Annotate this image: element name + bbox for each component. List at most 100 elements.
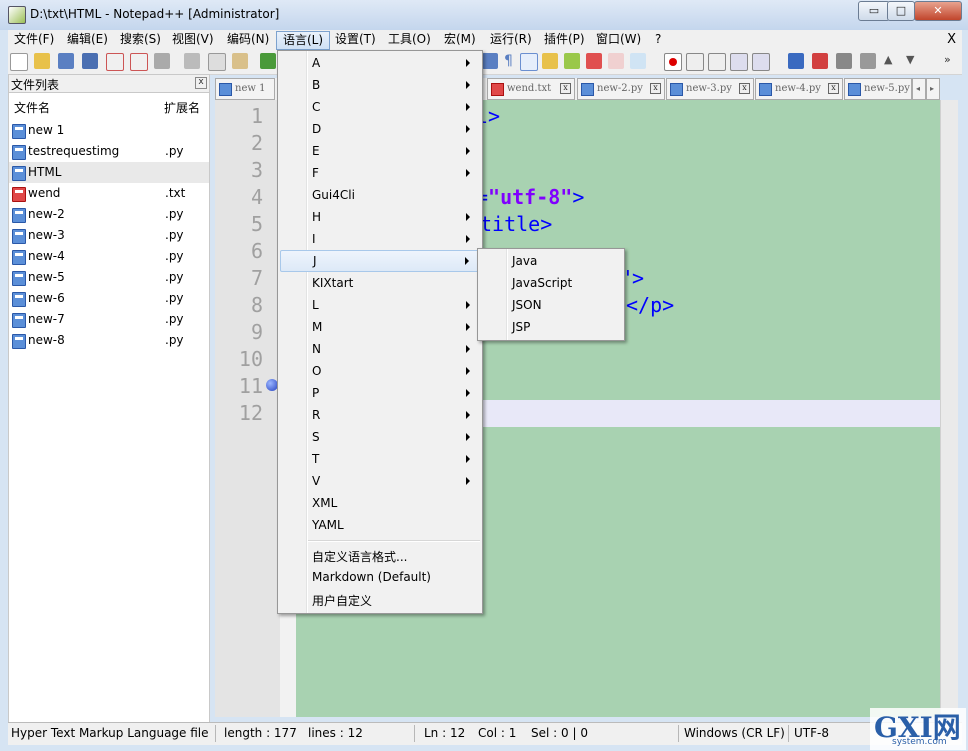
vertical-scrollbar[interactable] bbox=[940, 100, 958, 717]
file-list-item[interactable]: new-4 .py bbox=[9, 246, 209, 267]
arrow-down-icon[interactable]: ▼ bbox=[906, 53, 922, 69]
menu-view[interactable]: 视图(V) bbox=[166, 30, 220, 49]
column-extension[interactable]: 扩展名 bbox=[164, 99, 200, 116]
language-menu-item-highlighted[interactable]: J bbox=[280, 250, 480, 272]
notepadpp-app-icon[interactable] bbox=[8, 6, 26, 24]
user-defined-item[interactable]: 用户自定义 bbox=[280, 588, 480, 610]
language-menu-item[interactable]: M bbox=[280, 316, 480, 338]
close-all-icon[interactable] bbox=[130, 53, 148, 71]
monitor-icon[interactable] bbox=[630, 53, 646, 69]
play-macro-icon[interactable] bbox=[708, 53, 726, 71]
user-lang-icon[interactable] bbox=[542, 53, 558, 69]
save-icon[interactable] bbox=[58, 53, 74, 69]
file-list-item[interactable]: new-6 .py bbox=[9, 288, 209, 309]
language-menu-item[interactable]: B bbox=[280, 74, 480, 96]
tab-scroll-left-button[interactable]: ◂ bbox=[912, 78, 926, 100]
zoom-icon[interactable] bbox=[482, 53, 498, 69]
file-list-item[interactable]: new-2 .py bbox=[9, 204, 209, 225]
tab-close-icon[interactable]: x bbox=[650, 83, 661, 94]
doc-map-icon[interactable] bbox=[564, 53, 580, 69]
language-menu-item[interactable]: I bbox=[280, 228, 480, 250]
language-menu-item[interactable]: KIXtart bbox=[280, 272, 480, 294]
language-menu-item[interactable]: YAML bbox=[280, 514, 480, 536]
language-menu-item[interactable]: N bbox=[280, 338, 480, 360]
close-document-button[interactable]: X bbox=[947, 30, 956, 49]
folder-workspace-icon[interactable] bbox=[608, 53, 624, 69]
copy-icon[interactable] bbox=[208, 53, 226, 71]
tab-wend-txt[interactable]: wend.txt x bbox=[487, 78, 575, 100]
file-list-item[interactable]: new 1 bbox=[9, 120, 209, 141]
language-menu-item[interactable]: C bbox=[280, 96, 480, 118]
tab-new-2-py[interactable]: new-2.py x bbox=[577, 78, 665, 100]
function-list-icon[interactable] bbox=[586, 53, 602, 69]
language-menu-item[interactable]: F bbox=[280, 162, 480, 184]
menu-window[interactable]: 窗口(W) bbox=[590, 30, 647, 49]
menu-settings[interactable]: 设置(T) bbox=[329, 30, 382, 49]
column-file-name[interactable]: 文件名 bbox=[14, 99, 50, 116]
tab-close-icon[interactable]: x bbox=[560, 83, 571, 94]
undo-icon[interactable] bbox=[260, 53, 276, 69]
record-macro-icon[interactable] bbox=[664, 53, 682, 71]
menu-macro[interactable]: 宏(M) bbox=[438, 30, 482, 49]
stop-macro-icon[interactable] bbox=[686, 53, 704, 71]
submenu-item-json[interactable]: JSON bbox=[480, 294, 622, 316]
menu-plugins[interactable]: 插件(P) bbox=[538, 30, 591, 49]
language-menu-item[interactable]: T bbox=[280, 448, 480, 470]
submenu-item-java[interactable]: Java bbox=[480, 250, 622, 272]
wrap-icon[interactable] bbox=[836, 53, 852, 69]
define-user-language-item[interactable]: 自定义语言格式... bbox=[280, 544, 480, 566]
language-menu-item[interactable]: S bbox=[280, 426, 480, 448]
compare-icon[interactable] bbox=[812, 53, 828, 69]
run-macro-multiple-icon[interactable] bbox=[730, 53, 748, 71]
toolbar-overflow-icon[interactable]: » bbox=[944, 53, 960, 69]
menu-encoding[interactable]: 编码(N) bbox=[221, 30, 275, 49]
language-menu-item[interactable]: D bbox=[280, 118, 480, 140]
tab-new-4-py[interactable]: new-4.py x bbox=[755, 78, 843, 100]
language-menu-item[interactable]: Gui4Cli bbox=[280, 184, 480, 206]
language-menu-item[interactable]: R bbox=[280, 404, 480, 426]
file-list-close-button[interactable]: x bbox=[195, 77, 207, 89]
file-list-item[interactable]: testrequestimg .py bbox=[9, 141, 209, 162]
menu-language[interactable]: 语言(L) bbox=[276, 31, 331, 50]
menu-help[interactable]: ? bbox=[649, 30, 667, 49]
minimize-button[interactable]: ▭ bbox=[858, 1, 890, 21]
language-menu-item[interactable]: O bbox=[280, 360, 480, 382]
fold-all-icon[interactable] bbox=[860, 53, 876, 69]
tab-close-icon[interactable]: x bbox=[828, 83, 839, 94]
language-menu-item[interactable]: V bbox=[280, 470, 480, 492]
file-list-item[interactable]: new-7 .py bbox=[9, 309, 209, 330]
file-list-item[interactable]: new-3 .py bbox=[9, 225, 209, 246]
arrow-up-icon[interactable]: ▲ bbox=[884, 53, 900, 69]
sync-scroll-icon[interactable] bbox=[788, 53, 804, 69]
submenu-item-jsp[interactable]: JSP bbox=[480, 316, 622, 338]
file-list-item-selected[interactable]: HTML bbox=[9, 162, 209, 183]
cut-icon[interactable] bbox=[184, 53, 200, 69]
show-all-chars-icon[interactable]: ¶ bbox=[504, 53, 520, 69]
tab-new-1[interactable]: new 1 bbox=[215, 78, 275, 100]
save-all-icon[interactable] bbox=[82, 53, 98, 69]
tab-new-3-py[interactable]: new-3.py x bbox=[666, 78, 754, 100]
open-file-icon[interactable] bbox=[34, 53, 50, 69]
language-menu-item[interactable]: L bbox=[280, 294, 480, 316]
menu-edit[interactable]: 编辑(E) bbox=[61, 30, 114, 49]
indent-guide-icon[interactable] bbox=[520, 53, 538, 71]
menu-search[interactable]: 搜索(S) bbox=[114, 30, 167, 49]
language-menu-item[interactable]: XML bbox=[280, 492, 480, 514]
language-menu-item[interactable]: A bbox=[280, 52, 480, 74]
language-menu-item[interactable]: H bbox=[280, 206, 480, 228]
paste-icon[interactable] bbox=[232, 53, 248, 69]
menu-run[interactable]: 运行(R) bbox=[484, 30, 538, 49]
print-icon[interactable] bbox=[154, 53, 170, 69]
close-window-button[interactable]: ✕ bbox=[914, 1, 962, 21]
tab-scroll-right-button[interactable]: ▸ bbox=[926, 78, 940, 100]
menu-tools[interactable]: 工具(O) bbox=[382, 30, 437, 49]
tab-new-5-py[interactable]: new-5.py bbox=[844, 78, 912, 100]
close-file-icon[interactable] bbox=[106, 53, 124, 71]
file-list-item[interactable]: wend .txt bbox=[9, 183, 209, 204]
language-menu-item[interactable]: P bbox=[280, 382, 480, 404]
file-list-item[interactable]: new-5 .py bbox=[9, 267, 209, 288]
save-macro-icon[interactable] bbox=[752, 53, 770, 71]
maximize-button[interactable]: □ bbox=[887, 1, 915, 21]
file-list-item[interactable]: new-8 .py bbox=[9, 330, 209, 351]
language-menu-item[interactable]: E bbox=[280, 140, 480, 162]
